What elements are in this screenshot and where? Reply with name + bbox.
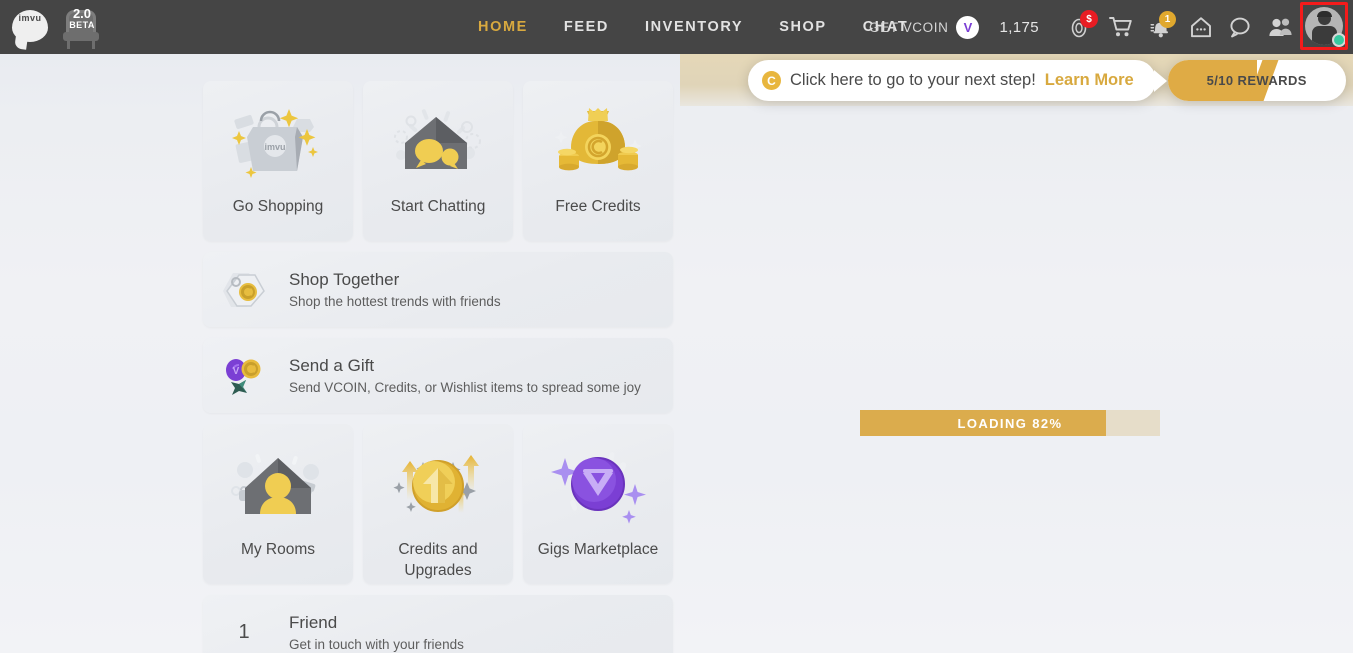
list-item-subtitle: Get in touch with your friends xyxy=(289,636,464,652)
primary-nav-menu: HOME FEED INVENTORY SHOP CHAT xyxy=(478,0,908,54)
home-icon[interactable] xyxy=(1181,7,1221,47)
vcoin-icon: V xyxy=(956,15,980,39)
cart-icon[interactable] xyxy=(1101,7,1141,47)
notifications-badge: 1 xyxy=(1159,11,1176,28)
tile-credits-and-upgrades[interactable]: Credits and Upgrades xyxy=(363,424,513,584)
version-number: 2.0 xyxy=(72,6,92,21)
tile-label: Start Chatting xyxy=(390,198,486,215)
quick-actions-column: imvu Go Shopping Start Chatting Free Cre… xyxy=(203,81,673,653)
nav-item-feed[interactable]: FEED xyxy=(564,19,609,35)
loading-label: LOADING 82% xyxy=(957,415,1063,431)
tile-my-rooms[interactable]: My Rooms xyxy=(203,424,353,584)
list-item-friend[interactable]: 1 Friend Get in touch with your friends xyxy=(203,595,673,653)
online-status-indicator xyxy=(1332,33,1346,47)
tile-label: My Rooms xyxy=(240,541,316,558)
price-tag-coin-icon xyxy=(221,267,267,313)
beta-label: BETA xyxy=(69,20,95,30)
next-step-message: Click here to go to your next step! xyxy=(790,71,1036,89)
navbar-utilities: GET VCOIN V 1,175 $ 1 xyxy=(869,0,1348,54)
version-chair-badge[interactable]: 2.0 BETA xyxy=(58,4,104,50)
vcoin-glyph: V xyxy=(963,19,973,35)
list-item-subtitle: Shop the hottest trends with friends xyxy=(289,293,501,309)
nav-item-shop[interactable]: SHOP xyxy=(779,19,827,35)
tile-free-credits[interactable]: Free Credits xyxy=(523,81,673,241)
learn-more-link[interactable]: Learn More xyxy=(1045,71,1134,90)
imvu-logo-icon[interactable]: imvu xyxy=(8,6,52,48)
svg-text:V: V xyxy=(233,366,240,377)
credit-balance: 1,175 xyxy=(999,18,1039,36)
tile-label: Go Shopping xyxy=(232,198,324,215)
tile-gigs-marketplace[interactable]: Gigs Marketplace xyxy=(523,424,673,584)
imvu-logo-text: imvu xyxy=(18,13,42,23)
notifications-bell-icon[interactable]: 1 xyxy=(1141,7,1181,47)
rewards-progress-pill[interactable]: 5/10 REWARDS xyxy=(1167,60,1346,101)
upgrade-coin-icon xyxy=(383,444,493,529)
list-item-number: 1 xyxy=(238,621,250,643)
chat-room-icon xyxy=(383,101,493,186)
credits-icon[interactable]: $ xyxy=(1061,7,1101,47)
top-tile-row: imvu Go Shopping Start Chatting Free Cre… xyxy=(203,81,673,241)
credits-badge: $ xyxy=(1080,10,1098,28)
get-vcoin-button[interactable]: GET VCOIN V xyxy=(869,15,980,39)
nav-item-home[interactable]: HOME xyxy=(478,19,528,35)
vcoin-purple-icon xyxy=(543,444,653,529)
bottom-tile-row: My Rooms Credits and Upgrades Gigs Marke… xyxy=(203,424,673,584)
list-item-shop-together[interactable]: Shop Together Shop the hottest trends wi… xyxy=(203,252,673,327)
tile-start-chatting[interactable]: Start Chatting xyxy=(363,81,513,241)
list-item-send-a-gift[interactable]: V Send a Gift Send VCOIN, Credits, or Wi… xyxy=(203,338,673,413)
tile-go-shopping[interactable]: imvu Go Shopping xyxy=(203,81,353,241)
next-step-tooltip: C Click here to go to your next step! Le… xyxy=(748,60,1346,101)
avatar[interactable] xyxy=(1300,2,1348,50)
loading-progress-bar: LOADING 82% xyxy=(860,410,1160,436)
house-avatar-icon xyxy=(223,444,333,529)
money-bag-icon xyxy=(543,101,653,186)
tile-label: Gigs Marketplace xyxy=(537,541,659,558)
next-step-bubble[interactable]: C Click here to go to your next step! Le… xyxy=(748,60,1156,101)
shopping-bag-icon: imvu xyxy=(223,101,333,186)
main-content: imvu Go Shopping Start Chatting Free Cre… xyxy=(0,54,1353,653)
list-item-subtitle: Send VCOIN, Credits, or Wishlist items t… xyxy=(289,379,641,395)
list-item-title: Friend xyxy=(289,612,338,632)
nav-item-inventory[interactable]: INVENTORY xyxy=(645,19,743,35)
balloons-gift-icon: V xyxy=(221,353,267,399)
messages-icon[interactable] xyxy=(1221,7,1261,47)
tile-label: Free Credits xyxy=(555,198,641,215)
navbar-branding: imvu 2.0 BETA xyxy=(0,4,104,50)
credits-coin-icon: C xyxy=(762,71,781,90)
svg-text:imvu: imvu xyxy=(264,142,285,152)
tile-label: Credits and Upgrades xyxy=(398,541,478,579)
friends-icon[interactable] xyxy=(1261,7,1301,47)
list-item-title: Send a Gift xyxy=(289,355,375,375)
list-item-title: Shop Together xyxy=(289,269,400,289)
rewards-label: 5/10 REWARDS xyxy=(1206,73,1307,88)
get-vcoin-label: GET VCOIN xyxy=(869,19,949,35)
top-navigation-bar: imvu 2.0 BETA HOME FEED INVENTORY SHOP C… xyxy=(0,0,1353,54)
